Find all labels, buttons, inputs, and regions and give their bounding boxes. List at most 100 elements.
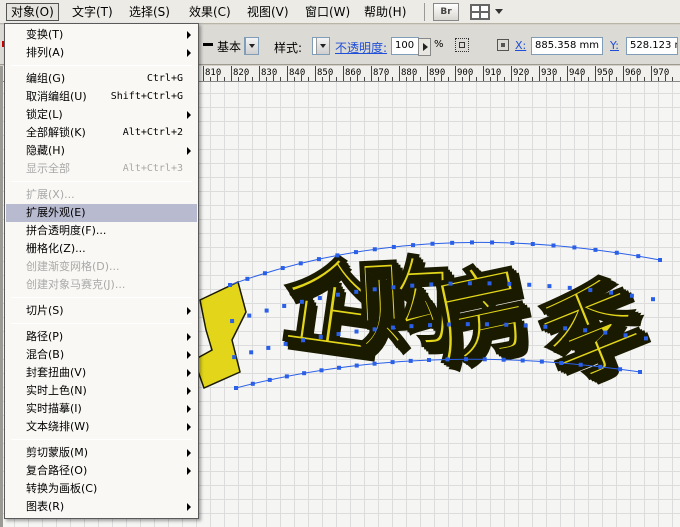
- anchor-point[interactable]: [354, 363, 359, 368]
- menu-item-6[interactable]: 全部解锁(K) Alt+Ctrl+2: [6, 124, 197, 142]
- anchor-point[interactable]: [629, 293, 634, 298]
- menu-help[interactable]: 帮助(H): [360, 3, 410, 21]
- menu-item-24[interactable]: 文本绕排(W): [6, 418, 197, 436]
- anchor-point[interactable]: [430, 241, 435, 246]
- anchor-point[interactable]: [539, 359, 544, 364]
- anchor-point[interactable]: [264, 308, 269, 313]
- x-label[interactable]: X:: [515, 39, 526, 52]
- anchor-point[interactable]: [267, 377, 272, 382]
- menu-item-0[interactable]: 变换(T): [6, 26, 197, 44]
- anchor-point[interactable]: [603, 330, 608, 335]
- anchor-point[interactable]: [510, 241, 515, 246]
- anchor-point[interactable]: [354, 289, 359, 294]
- anchor-point[interactable]: [228, 283, 232, 287]
- menu-item-29[interactable]: 图表(R): [6, 498, 197, 516]
- anchor-point[interactable]: [543, 324, 548, 329]
- anchor-point[interactable]: [429, 282, 434, 287]
- anchor-point[interactable]: [234, 386, 238, 390]
- anchor-point[interactable]: [280, 266, 285, 271]
- anchor-point[interactable]: [638, 370, 642, 374]
- workspace-dropdown-icon[interactable]: [495, 9, 503, 14]
- anchor-point[interactable]: [501, 357, 506, 362]
- workspace-grid-icon[interactable]: [470, 4, 490, 20]
- anchor-point[interactable]: [623, 333, 628, 338]
- anchor-point[interactable]: [651, 297, 655, 302]
- menu-select[interactable]: 选择(S): [125, 3, 174, 21]
- anchor-point[interactable]: [618, 367, 623, 372]
- anchor-point[interactable]: [337, 365, 342, 370]
- y-position-input[interactable]: 528.123 m: [626, 37, 678, 55]
- menu-item-7[interactable]: 隐藏(H): [6, 142, 197, 160]
- bridge-icon[interactable]: Br: [433, 3, 459, 21]
- anchor-point[interactable]: [578, 362, 583, 367]
- anchor-point[interactable]: [250, 381, 255, 386]
- menu-effect[interactable]: 效果(C): [185, 3, 235, 21]
- opacity-stepper[interactable]: [418, 38, 431, 56]
- anchor-point[interactable]: [299, 299, 304, 304]
- x-position-input[interactable]: 885.358 mm: [531, 37, 603, 55]
- anchor-point[interactable]: [316, 257, 321, 262]
- anchor-point[interactable]: [448, 281, 453, 286]
- anchor-point[interactable]: [482, 357, 487, 362]
- anchor-point[interactable]: [317, 296, 322, 301]
- anchor-point[interactable]: [409, 324, 414, 329]
- anchor-point[interactable]: [372, 361, 377, 366]
- anchor-point[interactable]: [353, 250, 358, 255]
- anchor-point[interactable]: [445, 357, 450, 362]
- anchor-point[interactable]: [450, 240, 455, 245]
- anchor-point[interactable]: [636, 254, 641, 259]
- menu-item-28[interactable]: 转换为画板(C): [6, 480, 197, 498]
- menu-item-5[interactable]: 锁定(L): [6, 106, 197, 124]
- transform-icon[interactable]: [496, 38, 510, 52]
- menu-item-17[interactable]: 切片(S): [6, 302, 197, 320]
- anchor-point[interactable]: [408, 358, 413, 363]
- menu-object[interactable]: 对象(O): [6, 3, 59, 21]
- y-label[interactable]: Y:: [610, 39, 619, 52]
- menu-item-11[interactable]: 扩展外观(E): [6, 204, 197, 222]
- anchor-point[interactable]: [507, 281, 512, 286]
- anchor-point[interactable]: [372, 327, 377, 332]
- anchor-point[interactable]: [609, 290, 614, 295]
- anchor-point[interactable]: [520, 358, 525, 363]
- opacity-label[interactable]: 不透明度:: [335, 39, 387, 56]
- anchor-point[interactable]: [262, 271, 267, 276]
- menu-item-20[interactable]: 混合(B): [6, 346, 197, 364]
- anchor-point[interactable]: [283, 341, 288, 346]
- anchor-point[interactable]: [319, 368, 324, 373]
- anchor-point[interactable]: [335, 253, 340, 258]
- anchor-point[interactable]: [487, 281, 492, 286]
- anchor-point[interactable]: [266, 345, 271, 350]
- graphic-style-dropdown[interactable]: [312, 37, 330, 55]
- menu-view[interactable]: 视图(V): [243, 3, 293, 21]
- anchor-point[interactable]: [559, 361, 564, 366]
- menu-item-4[interactable]: 取消编组(U) Shift+Ctrl+G: [6, 88, 197, 106]
- anchor-point[interactable]: [282, 303, 287, 308]
- anchor-point[interactable]: [302, 371, 307, 376]
- anchor-point[interactable]: [230, 319, 235, 324]
- anchor-point[interactable]: [411, 243, 416, 248]
- anchor-point[interactable]: [298, 261, 303, 266]
- anchor-point[interactable]: [249, 350, 254, 355]
- anchor-point[interactable]: [464, 357, 469, 362]
- anchor-point[interactable]: [410, 283, 415, 288]
- anchor-point[interactable]: [484, 322, 489, 327]
- menu-item-12[interactable]: 拼合透明度(F)...: [6, 222, 197, 240]
- anchor-point[interactable]: [567, 285, 572, 290]
- anchor-point[interactable]: [301, 338, 306, 343]
- anchor-point[interactable]: [490, 240, 495, 245]
- anchor-point[interactable]: [245, 276, 250, 281]
- anchor-point[interactable]: [390, 325, 395, 330]
- menu-window[interactable]: 窗口(W): [301, 3, 354, 21]
- anchor-point[interactable]: [318, 334, 323, 339]
- menu-item-23[interactable]: 实时描摹(I): [6, 400, 197, 418]
- anchor-point[interactable]: [390, 360, 395, 365]
- anchor-point[interactable]: [530, 242, 535, 247]
- align-icon[interactable]: [455, 38, 469, 52]
- anchor-point[interactable]: [470, 240, 475, 245]
- anchor-point[interactable]: [658, 258, 662, 262]
- anchor-point[interactable]: [598, 364, 603, 369]
- menu-item-26[interactable]: 剪切蒙版(M): [6, 444, 197, 462]
- anchor-point[interactable]: [465, 322, 470, 327]
- menu-item-3[interactable]: 编组(G) Ctrl+G: [6, 70, 197, 88]
- anchor-point[interactable]: [593, 247, 598, 252]
